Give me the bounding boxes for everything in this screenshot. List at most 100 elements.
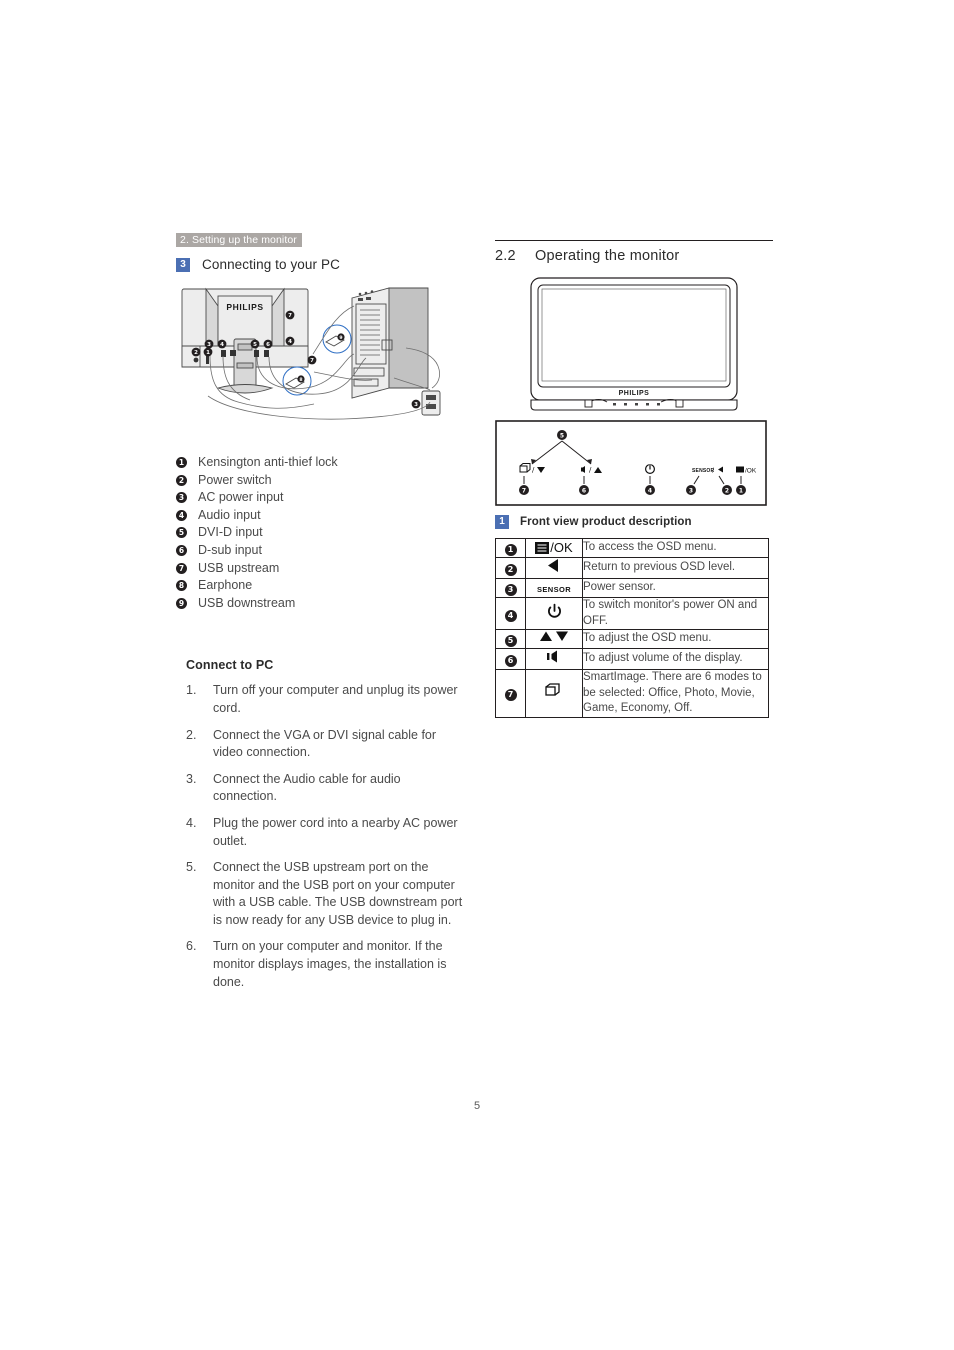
callout-number: 1 — [504, 544, 517, 556]
row-description: SmartImage. There are 6 modes to be sele… — [582, 669, 769, 718]
callout-number: 7 — [504, 689, 517, 702]
section-number: 2.2 — [495, 248, 516, 264]
sensor-label: SENSOR — [536, 585, 572, 594]
list-item: 5. Connect the USB upstream port on the … — [176, 859, 468, 929]
svg-text:/OK: /OK — [745, 467, 757, 474]
port-label: Kensington anti-thief lock — [198, 455, 338, 469]
step-number: 1. — [186, 683, 197, 698]
row-number-cell: 3 — [495, 578, 526, 598]
svg-text:5: 5 — [253, 342, 257, 348]
step-text: Turn on your computer and monitor. If th… — [213, 939, 447, 989]
svg-text:7: 7 — [310, 358, 314, 364]
svg-text:PHILIPS: PHILIPS — [226, 302, 263, 312]
list-item: 6. Turn on your computer and monitor. If… — [176, 938, 468, 991]
section-title: Connecting to your PC — [202, 257, 340, 272]
port-label: Power switch — [198, 472, 272, 487]
table-badge-1: 1 — [495, 515, 509, 529]
section-rule — [495, 240, 773, 241]
list-item: 3. Connect the Audio cable for audio con… — [176, 771, 468, 806]
up-down-arrow-glyph — [537, 630, 571, 643]
right-column: 2.2 Operating the monitor PHILIPS 5 / / … — [495, 240, 773, 718]
list-item: 4. Plug the power cord into a nearby AC … — [176, 815, 468, 850]
callout-number: 7 — [176, 562, 187, 574]
callout-number: 6 — [504, 655, 517, 667]
monitor-pc-connection-diagram: .ln{fill:none;stroke:#4a4a4a;stroke-widt… — [176, 284, 468, 426]
front-view-description-table: 1 /OK To access the OSD menu. 2 Return t… — [495, 538, 769, 718]
list-item: 2. Connect the VGA or DVI signal cable f… — [176, 727, 468, 762]
list-item: 2 Power switch — [176, 472, 468, 490]
step-number: 3. — [186, 771, 197, 786]
svg-text:5: 5 — [560, 432, 564, 439]
step-number: 4. — [186, 815, 197, 830]
list-item: 8 Earphone — [176, 577, 468, 595]
table-row: 6 To adjust volume of the display. — [495, 648, 769, 670]
row-description: To adjust the OSD menu. — [582, 629, 769, 649]
step-text: Turn off your computer and unplug its po… — [213, 683, 458, 715]
svg-text:6: 6 — [582, 487, 586, 494]
list-item: 5 DVI-D input — [176, 524, 468, 542]
monitor-front-view: PHILIPS — [529, 276, 739, 414]
port-label: USB upstream — [198, 560, 280, 575]
list-item: 9 USB downstream — [176, 595, 468, 613]
list-item: 6 D-sub input — [176, 542, 468, 560]
callout-number: 4 — [504, 609, 517, 622]
row-number-cell: 5 — [495, 629, 526, 649]
row-number-cell: 4 — [495, 597, 526, 630]
callout-number: 5 — [176, 527, 187, 539]
osd-menu-ok-glyph: /OK — [535, 540, 573, 555]
list-item: 1 Kensington anti-thief lock — [176, 454, 468, 472]
row-number-cell: 2 — [495, 557, 526, 579]
callout-number: 6 — [176, 544, 187, 556]
connect-steps-list: 1. Turn off your computer and unplug its… — [176, 682, 468, 991]
table-row: 5 To adjust the OSD menu. — [495, 629, 769, 649]
list-item: 7 USB upstream — [176, 560, 468, 578]
svg-text:4: 4 — [648, 487, 652, 494]
section-heading-connecting: 3 Connecting to your PC — [176, 257, 468, 272]
port-label: USB downstream — [198, 595, 296, 610]
svg-text:7: 7 — [288, 313, 292, 319]
table-row: 7 SmartImage. There are 6 modes to be se… — [495, 669, 769, 718]
svg-text:3: 3 — [689, 487, 693, 494]
smartimage-glyph — [545, 683, 563, 698]
page-number: 5 — [473, 1100, 481, 1112]
svg-text:6: 6 — [266, 342, 270, 348]
port-label: Earphone — [198, 578, 253, 593]
table-row: 2 Return to previous OSD level. — [495, 557, 769, 579]
callout-number: 3 — [504, 584, 517, 596]
svg-text:3: 3 — [207, 342, 211, 348]
row-description: To access the OSD menu. — [582, 538, 769, 558]
row-number-cell: 6 — [495, 648, 526, 670]
smartimage-icon — [525, 669, 583, 718]
row-number-cell: 1 — [495, 538, 526, 558]
connect-to-pc-heading: Connect to PC — [186, 658, 274, 673]
list-item: 1. Turn off your computer and unplug its… — [176, 682, 468, 717]
svg-text:PHILIPS: PHILIPS — [619, 390, 650, 397]
volume-icon — [525, 648, 583, 670]
row-number-cell: 7 — [495, 669, 526, 718]
left-column: 2. Setting up the monitor 3 Connecting t… — [176, 230, 468, 1000]
list-item: 3 AC power input — [176, 489, 468, 507]
svg-text:1: 1 — [206, 350, 210, 356]
running-header: 2. Setting up the monitor — [176, 233, 302, 247]
table-heading-front-view: 1 Front view product description — [495, 515, 773, 529]
section-title: Operating the monitor — [535, 248, 680, 264]
power-icon — [525, 597, 583, 630]
sensor-icon: SENSOR — [525, 578, 583, 598]
callout-number: 2 — [504, 564, 517, 576]
section-heading-operating: 2.2 Operating the monitor — [495, 248, 773, 264]
osd-menu-ok-icon: /OK — [525, 538, 583, 558]
table-title: Front view product description — [520, 516, 692, 528]
row-description: To adjust volume of the display. — [582, 648, 769, 670]
svg-text:1: 1 — [739, 487, 743, 494]
ok-label: /OK — [550, 540, 573, 555]
svg-text:4: 4 — [288, 339, 292, 345]
step-text: Connect the Audio cable for audio connec… — [213, 771, 401, 804]
svg-text:2: 2 — [194, 350, 198, 356]
row-description: Power sensor. — [582, 578, 769, 598]
callout-number: 2 — [176, 474, 187, 486]
left-arrow-glyph — [546, 558, 562, 573]
volume-glyph — [545, 649, 563, 664]
left-arrow-icon — [525, 557, 583, 579]
svg-text:9: 9 — [339, 335, 342, 341]
callout-number: 9 — [176, 597, 187, 609]
